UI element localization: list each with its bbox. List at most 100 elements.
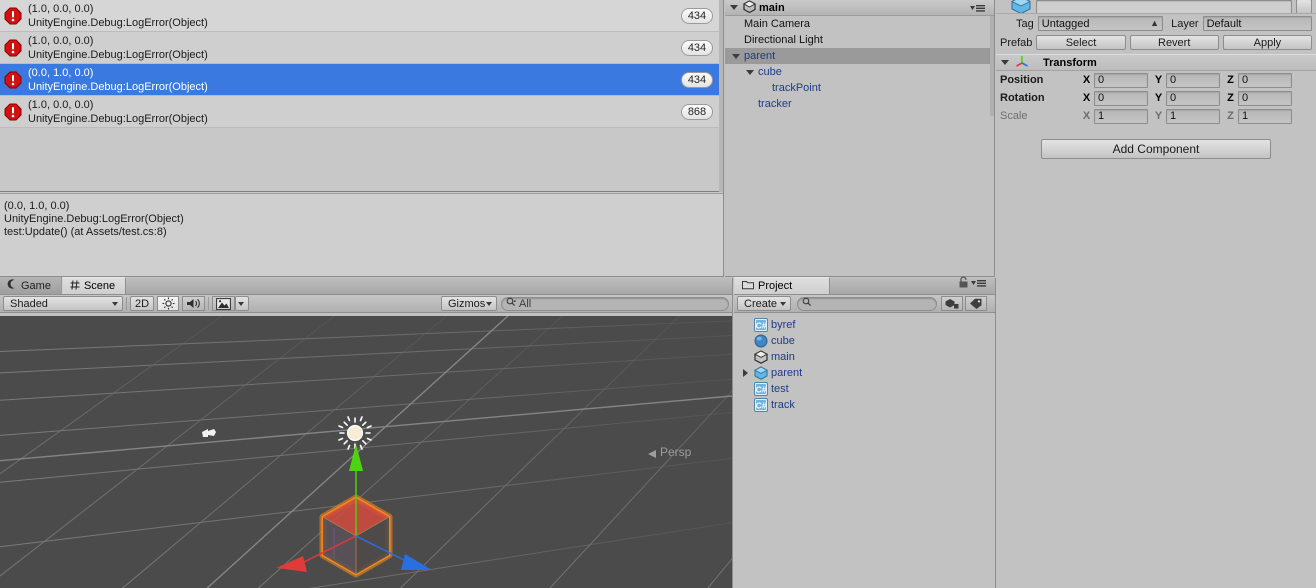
console-log-row[interactable]: (1.0, 0.0, 0.0) UnityEngine.Debug:LogErro… (0, 32, 723, 64)
console-log-row[interactable]: (1.0, 0.0, 0.0) UnityEngine.Debug:LogErro… (0, 0, 723, 32)
scene-foldout-icon[interactable] (729, 2, 740, 13)
directional-light-gizmo-icon (338, 416, 372, 450)
effects-dropdown[interactable] (235, 296, 249, 311)
project-item-cube[interactable]: cube (734, 333, 995, 349)
project-menu-icon[interactable] (971, 278, 987, 291)
scale-y-field[interactable]: 1 (1166, 108, 1220, 124)
hierarchy-scrollbar[interactable] (990, 16, 994, 116)
toggle-2d-button[interactable]: 2D (130, 296, 154, 311)
tab-project[interactable]: Project (734, 277, 830, 294)
tab-game[interactable]: Game (0, 277, 62, 294)
hierarchy-item-main-camera[interactable]: Main Camera (725, 16, 994, 32)
hierarchy-item-cube[interactable]: cube (725, 64, 994, 80)
project-item-test[interactable]: C# test (734, 381, 995, 397)
hierarchy-scene-header[interactable]: main (725, 0, 994, 16)
project-item-main[interactable]: main (734, 349, 995, 365)
prefab-label: Prefab (1000, 36, 1033, 49)
console-panel: (1.0, 0.0, 0.0) UnityEngine.Debug:LogErro… (0, 0, 724, 277)
draw-mode-dropdown[interactable]: Shaded (3, 296, 123, 311)
console-detail-pane[interactable]: (0.0, 1.0, 0.0) UnityEngine.Debug:LogErro… (0, 193, 723, 276)
project-header-icons (959, 276, 991, 291)
console-log-text: (1.0, 0.0, 0.0) UnityEngine.Debug:LogErro… (28, 2, 208, 30)
project-item-track[interactable]: C# track (734, 397, 995, 413)
scene-viewport[interactable]: x y z Persp (0, 316, 732, 588)
rotation-z-field[interactable]: 0 (1238, 90, 1292, 106)
hierarchy-item-parent[interactable]: parent (725, 48, 994, 64)
prefab-revert-button[interactable]: Revert (1129, 35, 1219, 50)
console-log-count: 868 (681, 103, 713, 120)
project-search-input[interactable] (797, 296, 937, 311)
hierarchy-menu-icon[interactable] (970, 3, 990, 13)
add-component-row: Add Component (996, 139, 1316, 159)
hierarchy-item-trackpoint[interactable]: trackPoint (725, 80, 994, 96)
transform-component-header[interactable]: Transform (996, 54, 1316, 71)
scene-view-tabbar: Game Scene (0, 277, 732, 295)
axis-z: Z0 (1226, 90, 1292, 106)
sun-icon (162, 297, 174, 310)
hierarchy-item-directional-light[interactable]: Directional Light (725, 32, 994, 48)
filter-by-label-button[interactable] (965, 296, 987, 311)
console-detail-line: test:Update() (at Assets/test.cs:8) (4, 226, 167, 238)
filter-by-type-button[interactable] (941, 296, 963, 311)
console-log-row[interactable]: (0.0, 1.0, 0.0) UnityEngine.Debug:LogErro… (0, 64, 723, 96)
hierarchy-item-tracker[interactable]: tracker (725, 96, 994, 112)
project-item-label: parent (771, 367, 803, 379)
toggle-effects-button[interactable] (212, 296, 235, 311)
project-asset-list[interactable]: C# byref cube main parent C# test C# track (734, 313, 995, 413)
scale-x-field[interactable]: 1 (1094, 108, 1148, 124)
scale-z-field[interactable]: 1 (1238, 108, 1292, 124)
hierarchy-tree[interactable]: Main Camera Directional Light parent cube tr… (725, 16, 994, 112)
foldout-icon[interactable] (740, 368, 751, 379)
console-log-list[interactable]: (1.0, 0.0, 0.0) UnityEngine.Debug:LogErro… (0, 0, 723, 192)
scene-grid: x y z Persp (0, 316, 732, 588)
toggle-lighting-button[interactable] (157, 296, 179, 311)
hierarchy-panel: main Main Camera Directional Light parent c… (725, 0, 995, 277)
object-static-checkbox[interactable] (1296, 0, 1312, 13)
transform-position-row: Position X 0 Y 0 Z 0 (996, 71, 1316, 89)
toggle-audio-button[interactable] (182, 296, 205, 311)
prefab-select-button[interactable]: Select (1036, 35, 1126, 50)
inspector-panel: Tag Untagged ▲ Layer Default Prefab Sele… (996, 0, 1316, 277)
transform-title: Transform (1043, 56, 1097, 69)
console-log-text: (0.0, 1.0, 0.0) UnityEngine.Debug:LogErro… (28, 66, 208, 94)
inspector-lower-empty-area (996, 278, 1316, 588)
console-log-row[interactable]: (1.0, 0.0, 0.0) UnityEngine.Debug:LogErro… (0, 96, 723, 128)
layer-dropdown[interactable]: Default (1202, 16, 1312, 31)
error-icon (4, 39, 22, 57)
gizmos-dropdown[interactable]: Gizmos (441, 296, 497, 311)
foldout-icon[interactable] (745, 67, 756, 78)
chevron-down-icon (112, 301, 118, 306)
create-dropdown[interactable]: Create (737, 296, 791, 311)
transform-foldout-icon[interactable] (1000, 57, 1011, 68)
position-x-field[interactable]: 0 (1094, 72, 1148, 88)
object-name-field[interactable] (1036, 0, 1292, 13)
prefab-apply-button[interactable]: Apply (1222, 35, 1312, 50)
console-scrollbar[interactable] (719, 0, 723, 192)
console-detail-line: (0.0, 1.0, 0.0) (4, 200, 70, 212)
tab-scene[interactable]: Scene (61, 277, 127, 294)
lock-icon[interactable] (959, 276, 968, 291)
rotation-y-field[interactable]: 0 (1166, 90, 1220, 106)
csharp-script-icon: C# (754, 398, 768, 412)
position-z-field[interactable]: 0 (1238, 72, 1292, 88)
tag-dropdown[interactable]: Untagged ▲ (1037, 16, 1164, 31)
add-component-button[interactable]: Add Component (1041, 139, 1271, 159)
chevron-down-icon-3 (486, 301, 492, 306)
console-log-stack: UnityEngine.Debug:LogError(Object) (28, 80, 208, 93)
transform-label: Rotation (1000, 92, 1045, 104)
chevron-down-icon-4 (780, 301, 786, 306)
console-log-text: (1.0, 0.0, 0.0) UnityEngine.Debug:LogErro… (28, 98, 208, 126)
project-item-parent[interactable]: parent (734, 365, 995, 381)
scene-search-field[interactable]: All (501, 296, 729, 311)
foldout-icon[interactable] (731, 51, 742, 62)
axis-y: Y0 (1154, 72, 1220, 88)
position-y-field[interactable]: 0 (1166, 72, 1220, 88)
project-item-byref[interactable]: C# byref (734, 317, 995, 333)
rotation-x-field[interactable]: 0 (1094, 90, 1148, 106)
